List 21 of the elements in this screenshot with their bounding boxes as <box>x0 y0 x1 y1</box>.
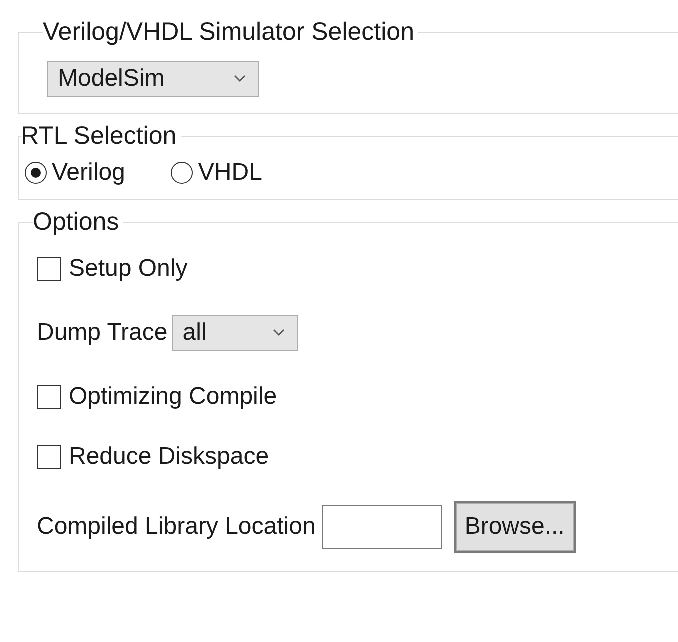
group-title: Verilog/VHDL Simulator Selection <box>43 18 416 47</box>
checkbox-label: Optimizing Compile <box>69 383 278 411</box>
group-title: Options <box>33 208 120 237</box>
checkbox[interactable] <box>37 257 61 281</box>
radio-label: Verilog <box>52 159 126 187</box>
radio-button[interactable] <box>25 162 47 184</box>
field-label: Dump Trace <box>37 319 168 347</box>
chevron-icon <box>234 75 246 83</box>
browse-button[interactable]: Browse... <box>456 503 574 551</box>
checkbox[interactable] <box>37 385 61 409</box>
dropdown[interactable]: all <box>172 315 298 351</box>
checkbox[interactable] <box>37 445 61 469</box>
field-label: Compiled Library Location <box>37 513 316 541</box>
checkbox-label: Reduce Diskspace <box>69 443 270 471</box>
input-field[interactable] <box>322 505 442 549</box>
radio-button[interactable] <box>171 162 194 184</box>
dropdown[interactable]: ModelSim <box>47 61 259 97</box>
chevron-icon <box>272 329 285 337</box>
checkbox-label: Setup Only <box>69 255 188 283</box>
group-title: RTL Selection <box>21 122 178 151</box>
radio-label: VHDL <box>198 159 262 187</box>
